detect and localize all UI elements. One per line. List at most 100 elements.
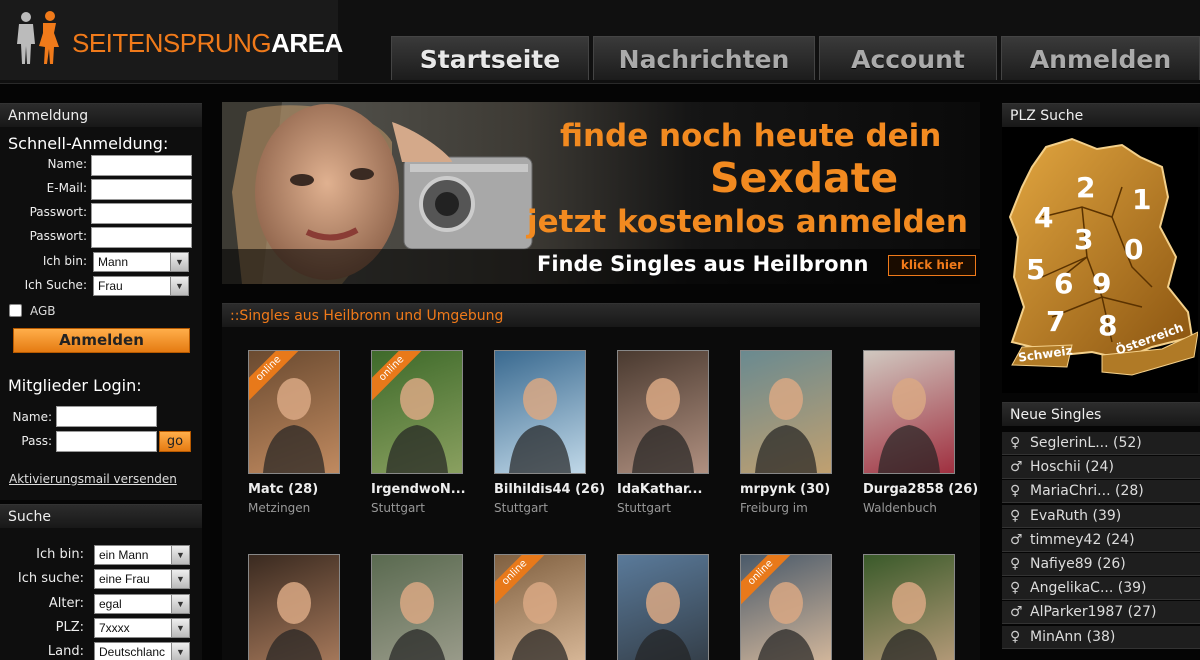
single-photo[interactable]: online	[494, 554, 586, 660]
search-iam-select[interactable]: ein Mann ▼	[94, 545, 190, 565]
iam-label: Ich bin:	[42, 254, 87, 268]
logo-figures-icon	[17, 11, 59, 64]
search-plz-select[interactable]: 7xxxx ▼	[94, 618, 190, 638]
plz-region-5[interactable]: 5	[1026, 253, 1045, 286]
single-photo[interactable]	[248, 554, 340, 660]
new-single-label: Hoschii (24)	[1030, 459, 1114, 476]
nav-anmelden[interactable]: Anmelden	[1001, 36, 1200, 80]
nav-startseite[interactable]: Startseite	[391, 36, 589, 80]
banner-line4: Finde Singles aus Heilbronn	[537, 252, 869, 276]
single-city: Freiburg im	[740, 501, 808, 515]
single-city: Stuttgart	[617, 501, 671, 515]
banner-line2: Sexdate	[710, 154, 899, 202]
new-single-label: Nafiye89 (26)	[1030, 556, 1126, 572]
plz-region-8[interactable]: 8	[1098, 309, 1117, 342]
login-go-button[interactable]: go	[159, 431, 191, 452]
single-photo[interactable]: online	[740, 554, 832, 660]
new-single-item[interactable]: ♂ AlParker1987 (27)	[1002, 601, 1200, 625]
agb-checkbox[interactable]	[9, 304, 22, 317]
new-singles-panel-title: Neue Singles	[1002, 402, 1200, 426]
new-single-label: AngelikaC... (39)	[1030, 580, 1147, 597]
new-single-item[interactable]: ♂ timmey42 (24)	[1002, 528, 1200, 552]
plz-region-4[interactable]: 4	[1034, 201, 1053, 234]
new-single-item[interactable]: ♀ EvaRuth (39)	[1002, 504, 1200, 528]
password-repeat-label: Passwort:	[29, 229, 87, 243]
search-age-label: Alter:	[48, 596, 84, 611]
login-pass-label: Pass:	[21, 434, 52, 448]
single-name[interactable]: Bilhildis44 (26)	[494, 482, 605, 497]
female-icon: ♀	[1010, 435, 1021, 451]
header: SEITENSPRUNGAREA Startseite Nachrichten …	[0, 0, 1200, 84]
search-country-label: Land:	[47, 644, 84, 659]
female-icon: ♀	[1010, 580, 1021, 597]
chevron-down-icon: ▼	[171, 643, 189, 660]
female-icon: ♀	[1010, 556, 1021, 572]
signup-submit-button[interactable]: Anmelden	[13, 328, 190, 353]
chevron-down-icon: ▼	[171, 619, 189, 637]
single-name[interactable]: IdaKathar...	[617, 482, 702, 497]
search-seek-select[interactable]: eine Frau ▼	[94, 569, 190, 589]
new-single-item[interactable]: ♀ MinAnn (38)	[1002, 625, 1200, 649]
single-name[interactable]: IrgendwoN...	[371, 482, 466, 497]
plz-map[interactable]: 2 1 4 3 0 5 6 9 7 8 Schweiz Österreich	[1002, 127, 1199, 393]
nav-nachrichten[interactable]: Nachrichten	[593, 36, 815, 80]
new-single-item[interactable]: ♀ SeglerinL... (52)	[1002, 432, 1200, 455]
single-photo[interactable]	[617, 350, 709, 474]
login-pass-field[interactable]	[56, 431, 157, 452]
plz-region-9[interactable]: 9	[1092, 267, 1111, 300]
iam-select[interactable]: Mann ▼	[93, 252, 189, 272]
banner-cta-button[interactable]: klick hier	[888, 255, 976, 276]
banner-line1: finde noch heute dein	[560, 118, 942, 154]
name-label: Name:	[47, 157, 87, 171]
single-name[interactable]: Durga2858 (26)	[863, 482, 978, 497]
new-single-item[interactable]: ♀ AngelikaC... (39)	[1002, 577, 1200, 601]
plz-region-6[interactable]: 6	[1054, 267, 1073, 300]
new-single-label: MariaChri... (28)	[1030, 483, 1144, 500]
female-icon: ♀	[1010, 628, 1021, 645]
search-plz-label: PLZ:	[55, 620, 84, 635]
plz-region-2[interactable]: 2	[1076, 171, 1095, 204]
plz-region-7[interactable]: 7	[1046, 305, 1065, 338]
new-single-label: EvaRuth (39)	[1030, 507, 1122, 524]
plz-panel-title: PLZ Suche	[1002, 103, 1200, 127]
promo-banner[interactable]: finde noch heute dein Sexdate jetzt kost…	[222, 102, 980, 284]
nav-account[interactable]: Account	[819, 36, 997, 80]
single-photo[interactable]	[863, 554, 955, 660]
password-repeat-field[interactable]	[91, 227, 192, 248]
signup-panel-title: Anmeldung	[0, 103, 202, 127]
new-single-label: AlParker1987 (27)	[1030, 604, 1157, 621]
signup-heading: Schnell-Anmeldung:	[8, 134, 169, 153]
single-photo[interactable]	[740, 350, 832, 474]
new-single-item[interactable]: ♀ MariaChri... (28)	[1002, 480, 1200, 504]
login-heading: Mitglieder Login:	[8, 376, 142, 395]
plz-region-0[interactable]: 0	[1124, 233, 1143, 266]
search-panel-title: Suche	[0, 504, 202, 528]
single-city: Waldenbuch	[863, 501, 937, 515]
seek-select[interactable]: Frau ▼	[93, 276, 189, 296]
logo[interactable]: SEITENSPRUNGAREA	[0, 0, 343, 80]
plz-region-1[interactable]: 1	[1132, 183, 1151, 216]
name-field[interactable]	[91, 155, 192, 176]
activation-mail-link[interactable]: Aktivierungsmail versenden	[9, 472, 177, 486]
single-photo[interactable]	[617, 554, 709, 660]
single-photo[interactable]	[494, 350, 586, 474]
new-single-item[interactable]: ♂ Hoschii (24)	[1002, 456, 1200, 480]
email-field[interactable]	[91, 179, 192, 200]
login-name-field[interactable]	[56, 406, 157, 427]
single-photo[interactable]	[371, 554, 463, 660]
single-photo[interactable]: online	[248, 350, 340, 474]
new-single-item[interactable]: ♀ Nafiye89 (26)	[1002, 553, 1200, 576]
single-photo[interactable]	[863, 350, 955, 474]
single-name[interactable]: Matc (28)	[248, 482, 318, 497]
seek-label: Ich Suche:	[24, 278, 87, 292]
chevron-down-icon: ▼	[171, 595, 189, 613]
search-iam-label: Ich bin:	[36, 547, 84, 562]
search-country-select[interactable]: Deutschlanc ▼	[94, 642, 190, 660]
plz-region-3[interactable]: 3	[1074, 223, 1093, 256]
single-name[interactable]: mrpynk (30)	[740, 482, 830, 497]
password-field[interactable]	[91, 203, 192, 224]
search-age-select[interactable]: egal ▼	[94, 594, 190, 614]
chevron-down-icon: ▼	[170, 253, 188, 271]
single-photo[interactable]: online	[371, 350, 463, 474]
chevron-down-icon: ▼	[171, 570, 189, 588]
